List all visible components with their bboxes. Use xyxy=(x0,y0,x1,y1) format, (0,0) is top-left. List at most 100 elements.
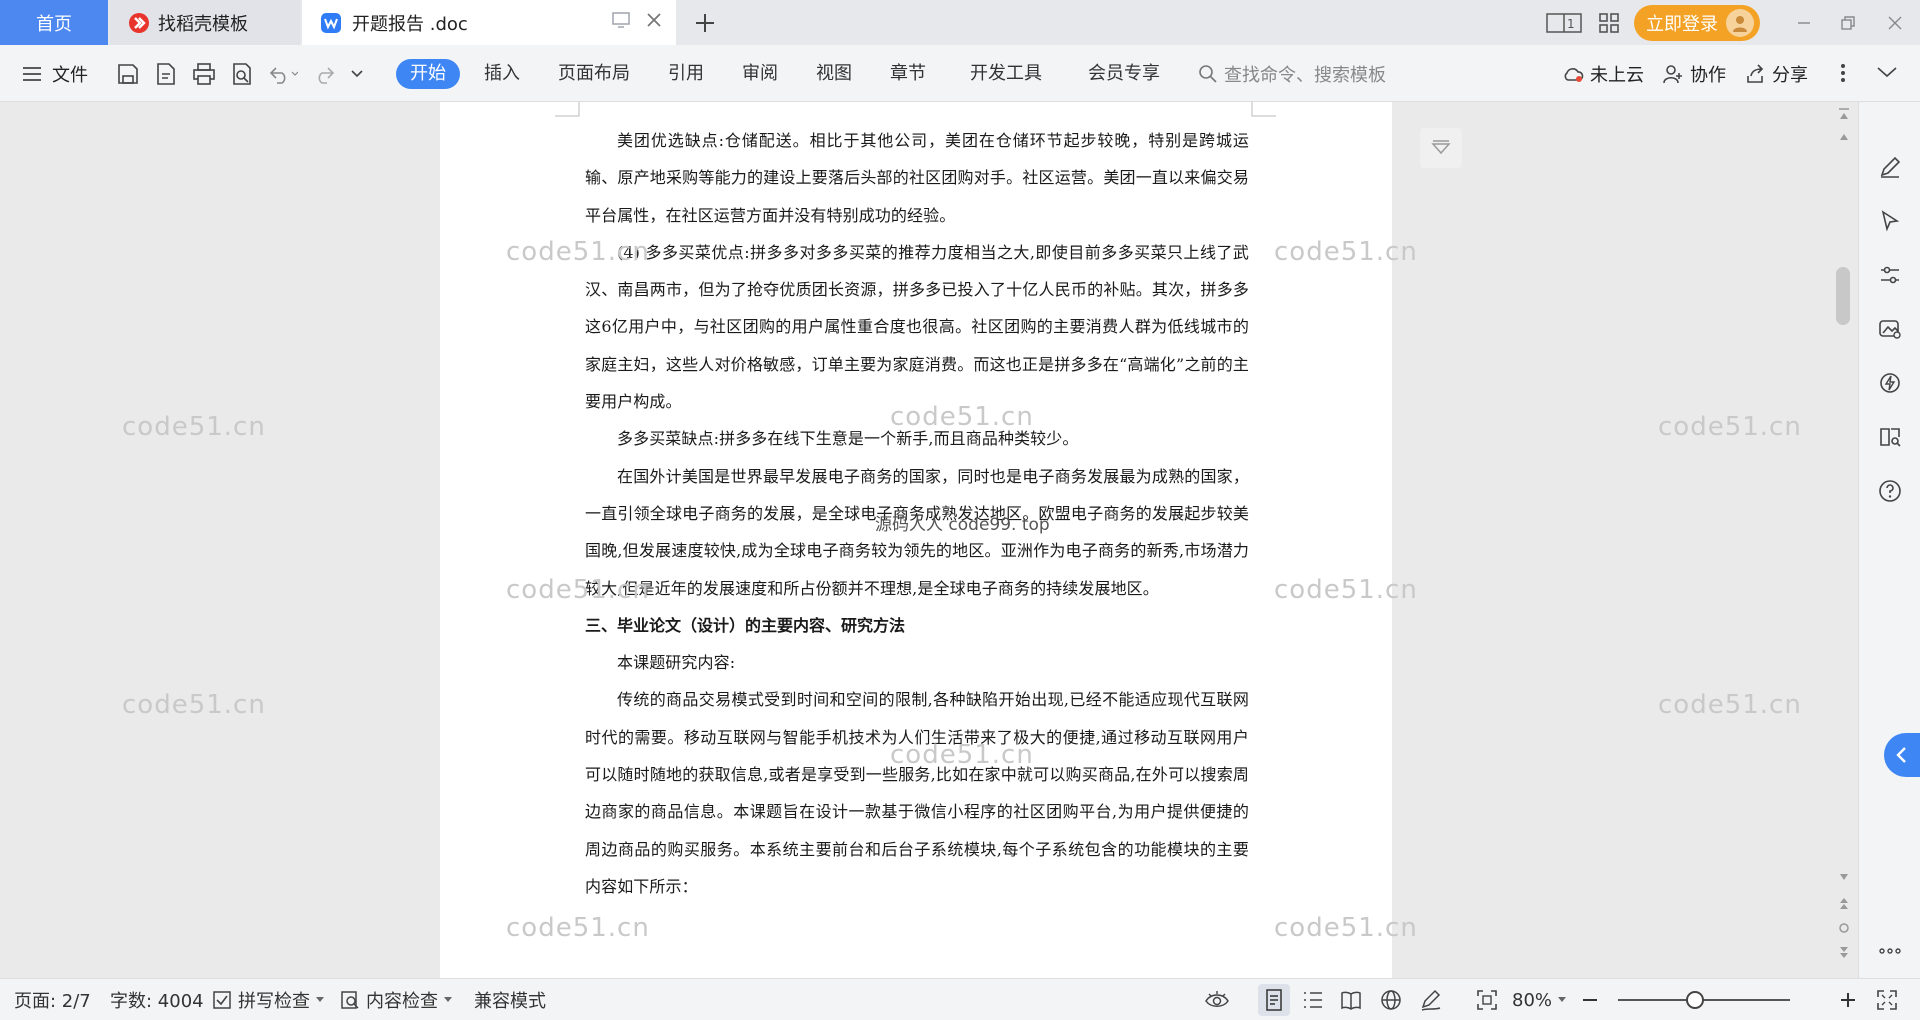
spell-check-button[interactable]: 拼写检查 xyxy=(212,979,324,1020)
page-view-icon[interactable] xyxy=(1258,984,1290,1016)
write-mode-icon[interactable] xyxy=(1420,979,1442,1020)
tab-chapter[interactable]: 章节 xyxy=(890,59,926,89)
wps-writer-icon xyxy=(320,12,342,34)
document-paragraph[interactable]: 本课题研究内容: xyxy=(585,644,1249,681)
tab-developer-tools[interactable]: 开发工具 xyxy=(970,59,1042,89)
tab-member-exclusive[interactable]: 会员专享 xyxy=(1088,59,1160,89)
zoom-out-icon[interactable] xyxy=(1582,979,1598,1020)
tab-references[interactable]: 引用 xyxy=(668,59,704,89)
share-label: 分享 xyxy=(1772,64,1808,86)
tab-document[interactable]: 开题报告 .doc xyxy=(302,0,676,45)
dropdown-caret-icon xyxy=(1558,997,1567,1003)
close-window-icon[interactable] xyxy=(1870,15,1920,31)
print-icon[interactable] xyxy=(192,62,216,86)
scroll-down-icon[interactable] xyxy=(1838,872,1850,882)
print-preview-icon[interactable] xyxy=(230,62,254,86)
word-count[interactable]: 字数: 4004 xyxy=(110,979,204,1020)
new-tab-button[interactable] xyxy=(690,8,720,38)
reading-book-icon[interactable] xyxy=(1875,422,1905,452)
cloud-status-button[interactable]: 未上云 xyxy=(1562,45,1644,102)
document-page[interactable]: 美团优选缺点:仓储配送。相比于其他公司，美团在仓储环节起步较晚，特别是跨城运输、… xyxy=(440,102,1392,978)
restore-window-icon[interactable] xyxy=(1826,15,1870,31)
expand-panel-button[interactable] xyxy=(1884,733,1920,777)
undo-icon[interactable] xyxy=(268,62,298,86)
eye-protection-icon[interactable] xyxy=(1204,979,1230,1020)
vertical-scrollbar-thumb[interactable] xyxy=(1836,267,1850,325)
scroll-top-icon[interactable] xyxy=(1838,108,1850,122)
collapse-ribbon-icon[interactable] xyxy=(1876,65,1898,79)
outline-view-icon[interactable] xyxy=(1302,979,1324,1020)
watermark: code51.cn xyxy=(122,412,266,442)
help-icon[interactable] xyxy=(1875,476,1905,506)
share-button[interactable]: 分享 xyxy=(1746,45,1808,102)
pin-window-icon[interactable] xyxy=(612,12,630,28)
fullscreen-icon[interactable] xyxy=(1876,979,1898,1020)
apps-grid-icon[interactable] xyxy=(1598,12,1620,34)
save-icon[interactable] xyxy=(116,62,140,86)
watermark: code51.cn xyxy=(1658,412,1802,442)
more-options-icon[interactable] xyxy=(1840,63,1846,83)
content-check-label: 内容检查 xyxy=(366,991,438,1012)
watermark: code51.cn xyxy=(122,690,266,720)
zoom-level-dropdown[interactable]: 80% xyxy=(1512,979,1567,1020)
document-paragraph[interactable]: (4) 多多买菜优点:拼多多对多多买菜的推荐力度相当之大,即使目前多多买菜只上线… xyxy=(585,234,1249,420)
dropdown-caret-icon xyxy=(316,997,324,1003)
scroll-up-icon[interactable] xyxy=(1838,132,1850,142)
hamburger-menu-icon xyxy=(22,66,42,82)
document-body[interactable]: 美团优选缺点:仓储配送。相比于其他公司，美团在仓储环节起步较晚，特别是跨城运输、… xyxy=(585,122,1249,905)
tab-insert[interactable]: 插入 xyxy=(484,59,520,89)
status-bar: 页面: 2/7 字数: 4004 拼写检查 内容检查 兼容模式 80% xyxy=(0,978,1920,1020)
tab-start[interactable]: 开始 xyxy=(396,59,460,89)
document-canvas: 美团优选缺点:仓储配送。相比于其他公司，美团在仓储环节起步较晚，特别是跨城运输、… xyxy=(0,102,1858,978)
tab-page-layout[interactable]: 页面布局 xyxy=(558,59,630,89)
close-tab-icon[interactable] xyxy=(646,12,662,28)
redo-icon[interactable] xyxy=(312,62,336,86)
document-paragraph[interactable]: 美团优选缺点:仓储配送。相比于其他公司，美团在仓储环节起步较晚，特别是跨城运输、… xyxy=(585,122,1249,234)
right-side-panel xyxy=(1858,102,1920,978)
section-heading[interactable]: 三、毕业论文（设计）的主要内容、研究方法 xyxy=(585,607,1249,644)
cloud-icon xyxy=(1562,65,1584,83)
reading-view-icon[interactable] xyxy=(1340,979,1362,1020)
spell-check-label: 拼写检查 xyxy=(238,991,310,1012)
previous-page-icon[interactable] xyxy=(1838,896,1850,910)
document-paragraph[interactable]: 多多买菜缺点:拼多多在线下生意是一个新手,而且商品种类较少。 xyxy=(585,420,1249,457)
export-pdf-icon[interactable] xyxy=(154,62,178,86)
document-paragraph[interactable]: 在国外计美国是世界最早发展电子商务的国家，同时也是电子商务发展最为成熟的国家，一… xyxy=(585,458,1249,607)
search-icon xyxy=(1198,64,1218,84)
panel-more-icon[interactable] xyxy=(1875,936,1905,966)
tab-daoke-templates[interactable]: 找稻壳模板 xyxy=(110,0,300,45)
file-menu-label: 文件 xyxy=(52,64,88,86)
document-paragraph[interactable]: 传统的商品交易模式受到时间和空间的限制,各种缺陷开始出现,已经不能适应现代互联网… xyxy=(585,681,1249,905)
tab-view[interactable]: 视图 xyxy=(816,59,852,89)
reading-layout-icon[interactable]: 1 xyxy=(1546,12,1582,34)
minimize-window-icon[interactable] xyxy=(1782,15,1826,31)
next-page-icon[interactable] xyxy=(1838,946,1850,960)
adjust-sliders-icon[interactable] xyxy=(1875,260,1905,290)
content-check-button[interactable]: 内容检查 xyxy=(340,979,452,1020)
zoom-slider-handle[interactable] xyxy=(1686,991,1704,1009)
image-tools-icon[interactable] xyxy=(1875,314,1905,344)
tab-home[interactable]: 首页 xyxy=(0,0,108,45)
collaborate-button[interactable]: 协作 xyxy=(1662,45,1726,102)
tab-document-label: 开题报告 .doc xyxy=(352,13,468,35)
edit-pen-icon[interactable] xyxy=(1875,152,1905,182)
page-select-icon[interactable] xyxy=(1838,922,1850,934)
login-button-label: 立即登录 xyxy=(1646,13,1718,35)
svg-text:1: 1 xyxy=(1567,17,1575,31)
vertical-scrollbar[interactable] xyxy=(1834,102,1854,978)
page-layout-toggle-icon[interactable] xyxy=(1420,128,1462,168)
tab-review[interactable]: 审阅 xyxy=(742,59,778,89)
command-search[interactable]: 查找命令、搜索模板 xyxy=(1198,59,1386,89)
page-indicator[interactable]: 页面: 2/7 xyxy=(14,979,91,1020)
customize-toolbar-chevron-icon[interactable] xyxy=(350,67,364,81)
login-button[interactable]: 立即登录 xyxy=(1634,4,1760,41)
spell-check-icon xyxy=(212,990,232,1010)
zoom-in-icon[interactable] xyxy=(1840,979,1856,1020)
web-view-icon[interactable] xyxy=(1380,979,1402,1020)
ai-assistant-icon[interactable] xyxy=(1875,368,1905,398)
zoom-slider-track[interactable] xyxy=(1618,999,1790,1001)
fit-page-icon[interactable] xyxy=(1476,979,1498,1020)
file-menu-button[interactable]: 文件 xyxy=(22,45,88,102)
select-pointer-icon[interactable] xyxy=(1875,206,1905,236)
command-search-placeholder: 查找命令、搜索模板 xyxy=(1224,65,1386,86)
